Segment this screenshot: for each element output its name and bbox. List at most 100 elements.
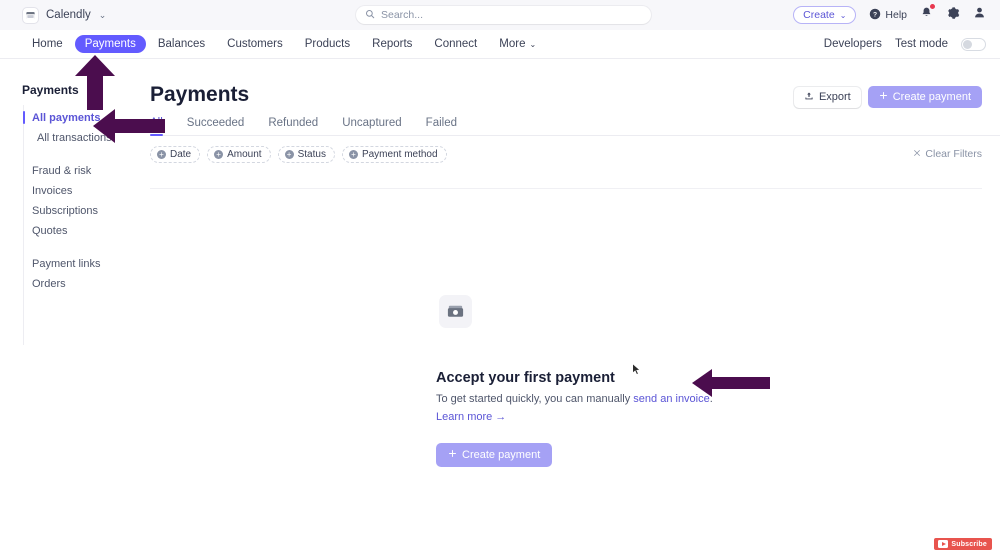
export-label: Export bbox=[818, 91, 851, 103]
filter-chip-label: Status bbox=[297, 149, 326, 160]
filters-divider bbox=[150, 188, 982, 189]
clear-filters-button[interactable]: Clear Filters bbox=[913, 148, 982, 160]
filter-chip-payment-method[interactable]: + Payment method bbox=[341, 146, 447, 163]
help-circle-icon: ? bbox=[869, 8, 881, 23]
gear-icon bbox=[946, 6, 960, 25]
filter-chip-status[interactable]: + Status bbox=[277, 146, 335, 163]
empty-state: Accept your first payment To get started… bbox=[436, 295, 856, 467]
sidebar-item-label: Orders bbox=[32, 278, 66, 290]
help-button[interactable]: ? Help bbox=[869, 8, 907, 23]
test-mode-toggle[interactable] bbox=[961, 37, 986, 51]
sidebar-item-label: Quotes bbox=[32, 225, 68, 237]
chevron-down-icon: ⌄ bbox=[839, 10, 847, 20]
chevron-down-icon: ⌄ bbox=[529, 39, 537, 49]
nav-item-reports[interactable]: Reports bbox=[362, 35, 422, 53]
send-an-invoice-link[interactable]: send an invoice bbox=[633, 393, 709, 405]
nav-label: Reports bbox=[372, 38, 413, 50]
sidebar-item-invoices[interactable]: Invoices bbox=[0, 181, 150, 201]
filters-row: + Date + Amount + Status + Payment metho… bbox=[150, 146, 1000, 189]
tab-label: Succeeded bbox=[186, 117, 245, 129]
main-navigation: Home Payments Balances Customers Product… bbox=[0, 30, 1000, 59]
sidebar-item-orders[interactable]: Orders bbox=[0, 274, 150, 294]
settings-button[interactable] bbox=[946, 6, 960, 25]
top-bar-actions: Create ⌄ ? Help bbox=[793, 0, 986, 30]
filter-chip-label: Amount bbox=[227, 149, 262, 160]
upload-icon bbox=[804, 91, 814, 104]
sidebar-item-label: Payment links bbox=[32, 258, 101, 270]
person-icon bbox=[973, 6, 986, 24]
learn-more-link[interactable]: Learn more → bbox=[436, 411, 506, 423]
subscribe-badge[interactable]: Subscribe bbox=[934, 538, 992, 550]
sidebar-item-label: Invoices bbox=[32, 185, 73, 197]
calendar-card-icon bbox=[22, 6, 39, 24]
tab-refunded[interactable]: Refunded bbox=[268, 117, 318, 135]
empty-state-button-label: Create payment bbox=[462, 449, 541, 461]
youtube-play-icon bbox=[938, 540, 949, 548]
nav-item-home[interactable]: Home bbox=[22, 35, 73, 53]
filter-chip-date[interactable]: + Date bbox=[150, 146, 201, 163]
tab-all[interactable]: All bbox=[150, 117, 163, 136]
filter-chip-label: Payment method bbox=[361, 149, 438, 160]
sidebar-item-all-payments[interactable]: All payments bbox=[0, 108, 150, 128]
page-header: Payments Export Create payment bbox=[150, 59, 1000, 108]
create-payment-button[interactable]: Create payment bbox=[867, 86, 982, 108]
test-mode-label: Test mode bbox=[894, 38, 948, 50]
plus-icon: + bbox=[284, 150, 294, 159]
nav-item-payments[interactable]: Payments bbox=[74, 35, 146, 53]
developers-link[interactable]: Developers bbox=[824, 38, 882, 50]
wallet-card-icon bbox=[439, 295, 472, 328]
empty-state-create-payment-button[interactable]: Create payment bbox=[436, 443, 553, 467]
tab-label: Failed bbox=[425, 117, 457, 129]
plus-icon: + bbox=[348, 150, 358, 159]
svg-text:?: ? bbox=[873, 11, 877, 18]
create-button-label: Create bbox=[803, 9, 835, 21]
nav-label: More bbox=[499, 38, 526, 50]
brand-name: Calendly bbox=[46, 9, 91, 21]
nav-label: Balances bbox=[157, 38, 206, 50]
sidebar-item-fraud-risk[interactable]: Fraud & risk bbox=[0, 161, 150, 181]
tab-failed[interactable]: Failed bbox=[426, 117, 457, 135]
nav-item-balances[interactable]: Balances bbox=[148, 35, 215, 53]
sidebar-item-label: All transactions bbox=[37, 132, 112, 144]
sidebar-item-payment-links[interactable]: Payment links bbox=[0, 254, 150, 274]
nav-label: Customers bbox=[227, 38, 283, 50]
sidebar-item-label: All payments bbox=[32, 112, 101, 124]
tab-uncaptured[interactable]: Uncaptured bbox=[342, 117, 401, 135]
sidebar-item-label: Fraud & risk bbox=[32, 165, 92, 177]
brand-switcher[interactable]: Calendly ⌄ bbox=[22, 6, 106, 24]
search-box[interactable] bbox=[356, 6, 651, 24]
nav-item-products[interactable]: Products bbox=[295, 35, 360, 53]
notifications-button[interactable] bbox=[920, 3, 936, 24]
nav-label: Home bbox=[32, 38, 63, 50]
page-actions: Export Create payment bbox=[793, 86, 982, 108]
create-payment-label: Create payment bbox=[892, 91, 971, 103]
subscribe-label: Subscribe bbox=[951, 540, 987, 548]
main-content: Payments Export Create payment All Succe… bbox=[150, 59, 1000, 556]
tab-succeeded[interactable]: Succeeded bbox=[187, 117, 245, 135]
plus-icon: + bbox=[214, 150, 224, 159]
tab-label: All bbox=[150, 117, 163, 129]
close-x-icon bbox=[913, 148, 921, 160]
empty-state-description-prefix: To get started quickly, you can manually bbox=[436, 393, 634, 405]
create-button[interactable]: Create ⌄ bbox=[793, 6, 857, 24]
sidebar-item-subscriptions[interactable]: Subscriptions bbox=[0, 201, 150, 221]
tab-label: Refunded bbox=[268, 117, 319, 129]
filter-chip-amount[interactable]: + Amount bbox=[207, 146, 271, 163]
empty-state-title: Accept your first payment bbox=[436, 370, 615, 386]
search-input[interactable] bbox=[381, 9, 621, 21]
plus-icon: + bbox=[157, 150, 166, 159]
export-button[interactable]: Export bbox=[793, 86, 861, 108]
sidebar-item-quotes[interactable]: Quotes bbox=[0, 221, 150, 241]
nav-label: Connect bbox=[434, 38, 478, 50]
sidebar-item-label: Subscriptions bbox=[32, 205, 99, 217]
tab-label: Uncaptured bbox=[342, 117, 402, 129]
plus-icon bbox=[448, 449, 457, 461]
nav-item-more[interactable]: More ⌄ bbox=[489, 35, 546, 53]
nav-items: Home Payments Balances Customers Product… bbox=[22, 35, 546, 53]
nav-item-customers[interactable]: Customers bbox=[217, 35, 293, 53]
nav-label: Payments bbox=[84, 38, 136, 50]
account-button[interactable] bbox=[973, 6, 986, 24]
nav-item-connect[interactable]: Connect bbox=[424, 35, 487, 53]
payments-tabs: All Succeeded Refunded Uncaptured Failed bbox=[150, 117, 1000, 136]
sidebar-item-all-transactions[interactable]: All transactions bbox=[0, 128, 150, 148]
